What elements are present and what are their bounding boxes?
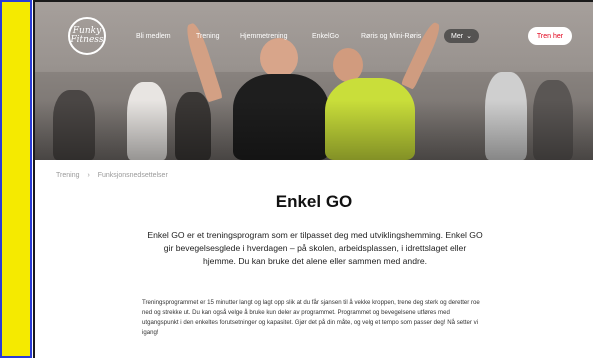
nav-item-trening[interactable]: Trening — [196, 33, 219, 40]
body-paragraph: Treningsprogrammet er 15 minutter langt … — [142, 299, 480, 336]
more-menu-button[interactable]: Mer ⌄ — [444, 29, 479, 43]
breadcrumb: Trening › Funksjonsnedsettelser — [56, 172, 174, 179]
page-title: Enkel GO — [275, 192, 353, 211]
site-logo[interactable]: Funky Fitness — [68, 17, 106, 55]
nav-item-bli-medlem[interactable]: Bli medlem — [136, 33, 171, 40]
nav-item-roris[interactable]: Røris og Mini-Røris — [361, 33, 421, 40]
left-edge-bar — [0, 0, 32, 358]
chevron-down-icon: ⌄ — [466, 33, 472, 40]
breadcrumb-separator: › — [87, 172, 90, 179]
tren-her-button[interactable]: Tren her — [528, 27, 572, 45]
intro-paragraph: Enkel GO er et treningsprogram som er ti… — [147, 230, 483, 266]
top-navigation: Funky Fitness Bli medlem Trening Hjemmet… — [35, 2, 593, 62]
browser-viewport: Funky Fitness Bli medlem Trening Hjemmet… — [33, 0, 593, 358]
nav-item-hjemmetrening[interactable]: Hjemmetrening — [240, 33, 287, 40]
more-menu-label: Mer — [451, 32, 464, 40]
nav-item-enkelgo[interactable]: EnkelGo — [312, 33, 339, 40]
breadcrumb-current: Funksjonsnedsettelser — [97, 172, 168, 179]
breadcrumb-link-trening[interactable]: Trening — [56, 172, 79, 179]
